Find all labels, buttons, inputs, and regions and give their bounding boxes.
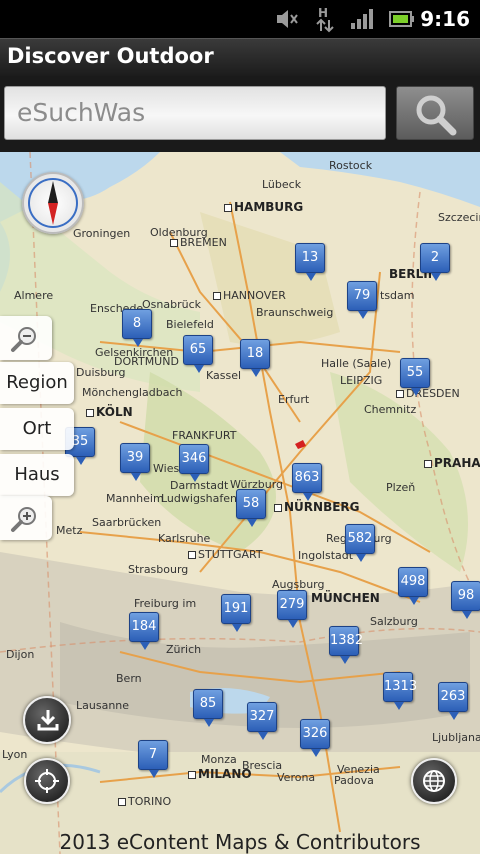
map-label-city: Zürich: [166, 643, 202, 656]
battery-icon: [389, 11, 414, 27]
globe-icon: [423, 770, 445, 792]
locate-button[interactable]: [24, 758, 70, 804]
map-marker[interactable]: 326: [300, 719, 330, 757]
zoom-out-button[interactable]: [0, 316, 52, 360]
search-bar: eSuchWas: [0, 76, 480, 152]
download-button[interactable]: [23, 696, 71, 744]
crosshair-icon: [35, 769, 59, 793]
map-label-city: Verona: [277, 771, 316, 784]
map-marker[interactable]: 327: [247, 702, 277, 740]
zoom-out-icon: [11, 327, 36, 352]
map-label-city: Bielefeld: [166, 318, 214, 331]
map-label-city: KÖLN: [86, 405, 133, 419]
map-marker[interactable]: 39: [120, 443, 150, 481]
map-label-city: DRESDEN: [396, 387, 460, 400]
map-marker[interactable]: 498: [398, 567, 428, 605]
map-label-city: HANNOVER: [213, 289, 286, 302]
compass-icon: [28, 178, 78, 228]
map-label-city: Almere: [14, 289, 54, 302]
map-marker[interactable]: 582: [345, 524, 375, 562]
map-marker[interactable]: 98: [451, 581, 480, 619]
ort-button[interactable]: Ort: [0, 408, 74, 450]
map-label-city: Karlsruhe: [158, 532, 211, 545]
map-label-city: Lyon: [2, 748, 28, 761]
map-marker[interactable]: 58: [236, 489, 266, 527]
status-bar: H 9:16: [0, 0, 480, 38]
map-label-city: Monza: [201, 753, 237, 766]
app-title-bar: Discover Outdoor: [0, 38, 480, 76]
map-marker[interactable]: 7: [138, 740, 168, 778]
map-label-city: Mönchengladbach: [82, 386, 183, 399]
map-marker[interactable]: 8: [122, 309, 152, 347]
map-marker[interactable]: 184: [129, 612, 159, 650]
map-marker[interactable]: 263: [438, 682, 468, 720]
map-label-city: Salzburg: [370, 615, 418, 628]
map-label-city: Plzeň: [386, 481, 416, 494]
map-marker[interactable]: 1382: [329, 626, 363, 664]
map-label-city: FRANKFURT: [172, 429, 237, 442]
haus-button[interactable]: Haus: [0, 454, 74, 496]
map-marker[interactable]: 2: [420, 243, 450, 281]
map-label-city: Venezia: [337, 763, 380, 776]
map-label-city: Halle (Saale): [321, 357, 392, 370]
mute-icon: [277, 10, 298, 28]
map-label-city: Saarbrücken: [92, 516, 162, 529]
map-label-city: BREMEN: [170, 236, 227, 249]
map-marker[interactable]: 79: [347, 281, 377, 319]
map-label-city: Mannheim: [106, 492, 164, 505]
map-label-city: Freiburg im: [134, 597, 197, 610]
map-label-city: Rostock: [329, 159, 373, 172]
status-clock: 9:16: [420, 7, 470, 31]
map-marker[interactable]: 863: [292, 463, 322, 501]
map-view[interactable]: Rostock Lübeck Szczecin HAMBURG Groninge…: [0, 152, 480, 854]
map-label-city: Chemnitz: [364, 403, 417, 416]
map-label-city: Duisburg: [76, 366, 126, 379]
map-label-city: LEIPZIG: [340, 374, 383, 387]
map-label-city: Ludwigshafen: [161, 492, 237, 505]
compass-button[interactable]: [22, 172, 84, 234]
map-marker[interactable]: 13: [295, 243, 325, 281]
map-label-city: Ljubljana: [432, 731, 480, 744]
map-label-city: STUTTGART: [188, 548, 263, 561]
svg-text:H: H: [318, 6, 328, 20]
map-marker[interactable]: 85: [193, 689, 223, 727]
search-icon: [416, 95, 457, 136]
globe-button[interactable]: [411, 758, 457, 804]
hspa-data-icon: H: [316, 6, 334, 33]
map-marker[interactable]: 65: [183, 335, 213, 373]
map-label-city: MÜNCHEN: [311, 591, 380, 605]
map-label-city: TORINO: [118, 795, 171, 808]
download-icon: [37, 710, 59, 731]
region-button[interactable]: Region: [0, 362, 74, 404]
zoom-in-icon: [11, 507, 36, 532]
map-marker[interactable]: 191: [221, 594, 251, 632]
map-marker[interactable]: 18: [240, 339, 270, 377]
map-label-city: tsdam: [380, 289, 415, 302]
map-marker[interactable]: 55: [400, 358, 430, 396]
map-marker[interactable]: 1313: [383, 672, 417, 710]
map-label-city: Bern: [116, 672, 142, 685]
map-label-city: HAMBURG: [224, 200, 303, 214]
map-label-city: Kassel: [206, 369, 242, 382]
map-label-city: Dijon: [6, 648, 35, 661]
map-label-city: Lausanne: [76, 699, 130, 712]
search-input[interactable]: eSuchWas: [4, 86, 386, 140]
map-label-city: Strasbourg: [128, 563, 189, 576]
signal-icon: [351, 9, 373, 29]
map-label-city: Braunschweig: [256, 306, 334, 319]
map-label-city: Erfurt: [278, 393, 310, 406]
map-copyright: 2013 eContent Maps & Contributors: [59, 830, 421, 854]
map-label-city: Szczecin: [438, 211, 480, 224]
app-title: Discover Outdoor: [7, 44, 214, 68]
search-button[interactable]: [396, 86, 474, 140]
map-label-city: NÜRNBERG: [274, 500, 360, 514]
map-marker[interactable]: 279: [277, 590, 307, 628]
map-label-city: PRAHA: [424, 456, 480, 470]
zoom-in-button[interactable]: [0, 496, 52, 540]
map-marker[interactable]: 346: [179, 444, 209, 482]
map-label-city: Lübeck: [262, 178, 302, 191]
map-label-city: Metz: [56, 524, 83, 537]
